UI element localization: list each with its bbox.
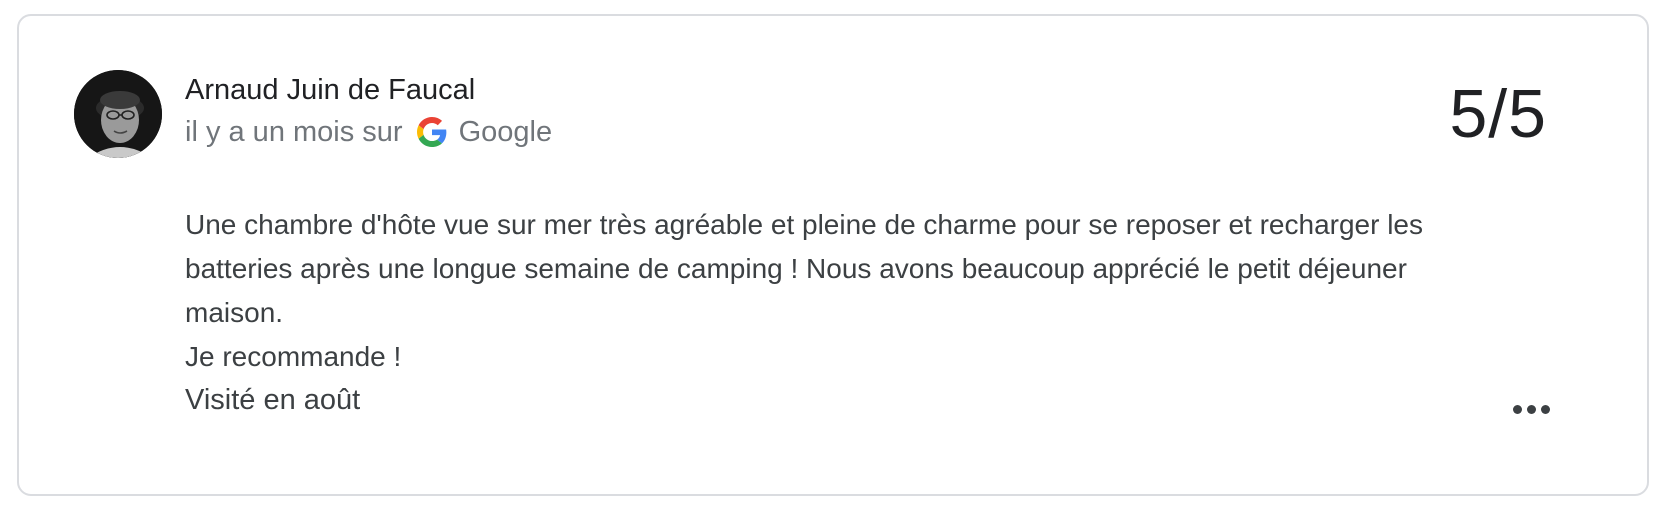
more-horizontal-icon <box>1512 404 1550 414</box>
review-card: Arnaud Juin de Faucal il y a un mois sur… <box>17 14 1649 496</box>
review-score: 5/5 <box>1449 76 1547 152</box>
avatar[interactable] <box>74 70 162 158</box>
review-text-paragraph: Une chambre d'hôte vue sur mer très agré… <box>185 209 1424 328</box>
review-text-paragraph: Je recommande ! <box>185 341 402 372</box>
review-source[interactable]: Google <box>459 115 553 149</box>
review-time-ago: il y a un mois sur <box>185 116 403 148</box>
visit-date: Visité en août <box>185 384 361 416</box>
review-text: Une chambre d'hôte vue sur mer très agré… <box>185 203 1435 379</box>
author-name[interactable]: Arnaud Juin de Faucal <box>185 73 475 107</box>
more-options-button[interactable] <box>1507 394 1555 424</box>
review-meta: il y a un mois sur Google <box>185 114 552 150</box>
google-logo-icon <box>416 117 447 147</box>
avatar-photo <box>74 70 162 158</box>
